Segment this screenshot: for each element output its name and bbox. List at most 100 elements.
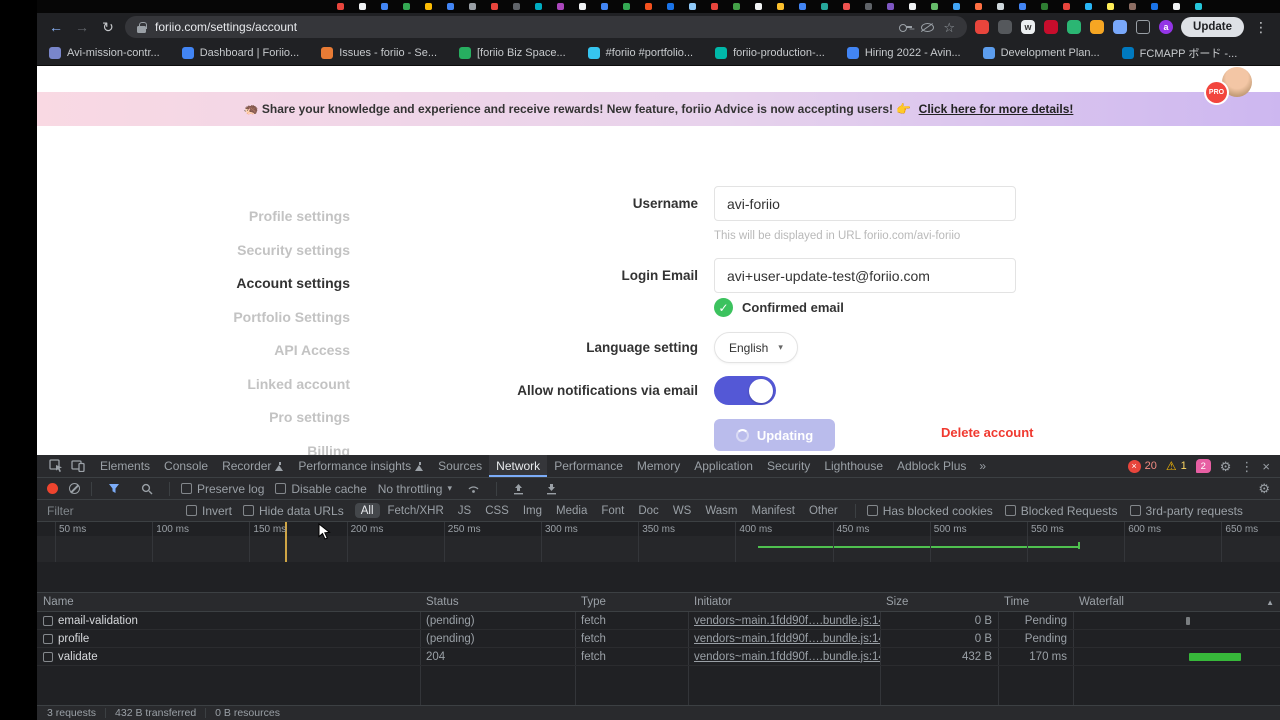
browser-tab-favicon[interactable] <box>491 3 498 10</box>
hide-data-urls-checkbox[interactable]: Hide data URLs <box>243 504 344 518</box>
bookmark-star-icon[interactable]: ☆ <box>943 21 955 34</box>
column-header-initiator[interactable]: Initiator <box>688 593 880 611</box>
browser-tab-favicon[interactable] <box>535 3 542 10</box>
browser-tab-favicon[interactable] <box>887 3 894 10</box>
browser-tab-favicon[interactable] <box>733 3 740 10</box>
browser-tab-favicon[interactable] <box>1019 3 1026 10</box>
record-icon[interactable] <box>47 483 58 494</box>
pinned-extension-icon[interactable] <box>1113 20 1127 34</box>
browser-tab-favicon[interactable] <box>447 3 454 10</box>
issues-badge[interactable]: 2 <box>1196 459 1211 473</box>
language-select[interactable]: English ▾ <box>714 332 798 363</box>
browser-tab-favicon[interactable] <box>425 3 432 10</box>
back-button[interactable]: ← <box>47 20 65 34</box>
tab-application[interactable]: Application <box>687 455 760 477</box>
sidebar-item-account-settings[interactable]: Account settings <box>97 267 350 301</box>
tab-lighthouse[interactable]: Lighthouse <box>817 455 890 477</box>
network-request-row[interactable]: email-validation(pending)fetchvendors~ma… <box>37 612 1280 630</box>
username-input[interactable] <box>714 186 1016 221</box>
tab-performance-insights[interactable]: Performance insights <box>291 455 431 477</box>
browser-tab-favicon[interactable] <box>909 3 916 10</box>
tab-sources[interactable]: Sources <box>431 455 489 477</box>
browser-tab-favicon[interactable] <box>1151 3 1158 10</box>
browser-tab-favicon[interactable] <box>975 3 982 10</box>
filter-pill-manifest[interactable]: Manifest <box>746 503 801 518</box>
browser-tab-favicon[interactable] <box>1173 3 1180 10</box>
browser-tab-favicon[interactable] <box>931 3 938 10</box>
filter-pill-js[interactable]: JS <box>452 503 477 518</box>
filter-pill-img[interactable]: Img <box>517 503 548 518</box>
column-header-status[interactable]: Status <box>420 593 575 611</box>
disable-cache-checkbox[interactable]: Disable cache <box>275 482 366 496</box>
request-initiator-link[interactable]: vendors~main.1fdd90f….bundle.js:14 <box>688 630 880 647</box>
browser-tab-favicon[interactable] <box>623 3 630 10</box>
browser-tab-favicon[interactable] <box>1195 3 1202 10</box>
bookmark-item[interactable]: FCMAPP ボード -... <box>1122 45 1238 61</box>
update-button[interactable]: Update <box>1181 17 1244 37</box>
network-settings-icon[interactable]: ⚙ <box>1258 482 1270 495</box>
honyaclub-icon[interactable] <box>1090 20 1104 34</box>
network-overview-timeline[interactable]: 50 ms100 ms150 ms200 ms250 ms300 ms350 m… <box>37 522 1280 593</box>
filter-pill-wasm[interactable]: Wasm <box>699 503 743 518</box>
sidebar-item-portfolio-settings[interactable]: Portfolio Settings <box>97 301 350 335</box>
browser-tab-favicon[interactable] <box>1041 3 1048 10</box>
bookmark-item[interactable]: [foriio Biz Space... <box>459 47 566 59</box>
browser-tab-favicon[interactable] <box>359 3 366 10</box>
profile-avatar-icon[interactable]: a <box>1159 20 1173 34</box>
browser-tab-favicon[interactable] <box>821 3 828 10</box>
filter-pill-all[interactable]: All <box>355 503 380 518</box>
sidebar-item-profile-settings[interactable]: Profile settings <box>97 200 350 234</box>
column-header-type[interactable]: Type <box>575 593 688 611</box>
tab-performance[interactable]: Performance <box>547 455 630 477</box>
filter-pill-other[interactable]: Other <box>803 503 844 518</box>
filter-pill-css[interactable]: CSS <box>479 503 515 518</box>
more-tabs-icon[interactable]: » <box>973 459 992 473</box>
bookmark-item[interactable]: Development Plan... <box>983 47 1100 59</box>
extensions-puzzle-icon[interactable] <box>1136 20 1150 34</box>
invert-checkbox[interactable]: Invert <box>186 504 232 518</box>
browser-menu-icon[interactable]: ⋮ <box>1252 20 1270 34</box>
abp-icon[interactable] <box>1044 20 1058 34</box>
clear-icon[interactable] <box>69 483 80 494</box>
browser-tab-favicon[interactable] <box>711 3 718 10</box>
bookmark-item[interactable]: Hiring 2022 - Avin... <box>847 47 961 59</box>
browser-tab-favicon[interactable] <box>689 3 696 10</box>
browser-tab-favicon[interactable] <box>645 3 652 10</box>
devtools-settings-icon[interactable]: ⚙ <box>1220 460 1232 473</box>
network-conditions-icon[interactable] <box>463 484 485 494</box>
filter-input[interactable]: Filter <box>47 504 175 518</box>
bookmark-item[interactable]: #foriio #portfolio... <box>588 47 693 59</box>
grammarly-icon[interactable] <box>1067 20 1081 34</box>
filter-pill-media[interactable]: Media <box>550 503 593 518</box>
column-header-name[interactable]: Name <box>37 593 420 611</box>
tab-security[interactable]: Security <box>760 455 817 477</box>
filter-checkbox-has-blocked-cookies[interactable]: Has blocked cookies <box>867 504 993 518</box>
filter-funnel-icon[interactable] <box>103 483 125 494</box>
browser-tab-favicon[interactable] <box>843 3 850 10</box>
browser-tab-favicon[interactable] <box>1129 3 1136 10</box>
browser-tab-favicon[interactable] <box>667 3 674 10</box>
bookmark-item[interactable]: Issues - foriio - Se... <box>321 47 437 59</box>
browser-tab-favicon[interactable] <box>953 3 960 10</box>
filter-checkbox-blocked-requests[interactable]: Blocked Requests <box>1005 504 1118 518</box>
browser-tab-favicon[interactable] <box>469 3 476 10</box>
forward-button[interactable]: → <box>73 20 91 34</box>
banner-link[interactable]: Click here for more details! <box>919 102 1074 116</box>
column-header-size[interactable]: Size <box>880 593 998 611</box>
updating-button[interactable]: Updating <box>714 419 835 451</box>
export-har-icon[interactable] <box>541 483 563 495</box>
column-header-time[interactable]: Time <box>998 593 1073 611</box>
filter-pill-font[interactable]: Font <box>595 503 630 518</box>
request-initiator-link[interactable]: vendors~main.1fdd90f….bundle.js:14 <box>688 612 880 629</box>
request-initiator-link[interactable]: vendors~main.1fdd90f….bundle.js:14 <box>688 648 880 665</box>
eye-off-icon[interactable] <box>921 23 934 32</box>
filter-checkbox-3rd-party-requests[interactable]: 3rd-party requests <box>1130 504 1243 518</box>
filter-pill-fetch-xhr[interactable]: Fetch/XHR <box>382 503 450 518</box>
browser-tab-favicon[interactable] <box>1085 3 1092 10</box>
column-header-waterfall[interactable]: Waterfall▲ <box>1073 593 1280 611</box>
throttling-select[interactable]: No throttling ▾ <box>378 482 452 496</box>
browser-tab-favicon[interactable] <box>381 3 388 10</box>
browser-tab-favicon[interactable] <box>1063 3 1070 10</box>
tab-memory[interactable]: Memory <box>630 455 687 477</box>
preserve-log-checkbox[interactable]: Preserve log <box>181 482 264 496</box>
